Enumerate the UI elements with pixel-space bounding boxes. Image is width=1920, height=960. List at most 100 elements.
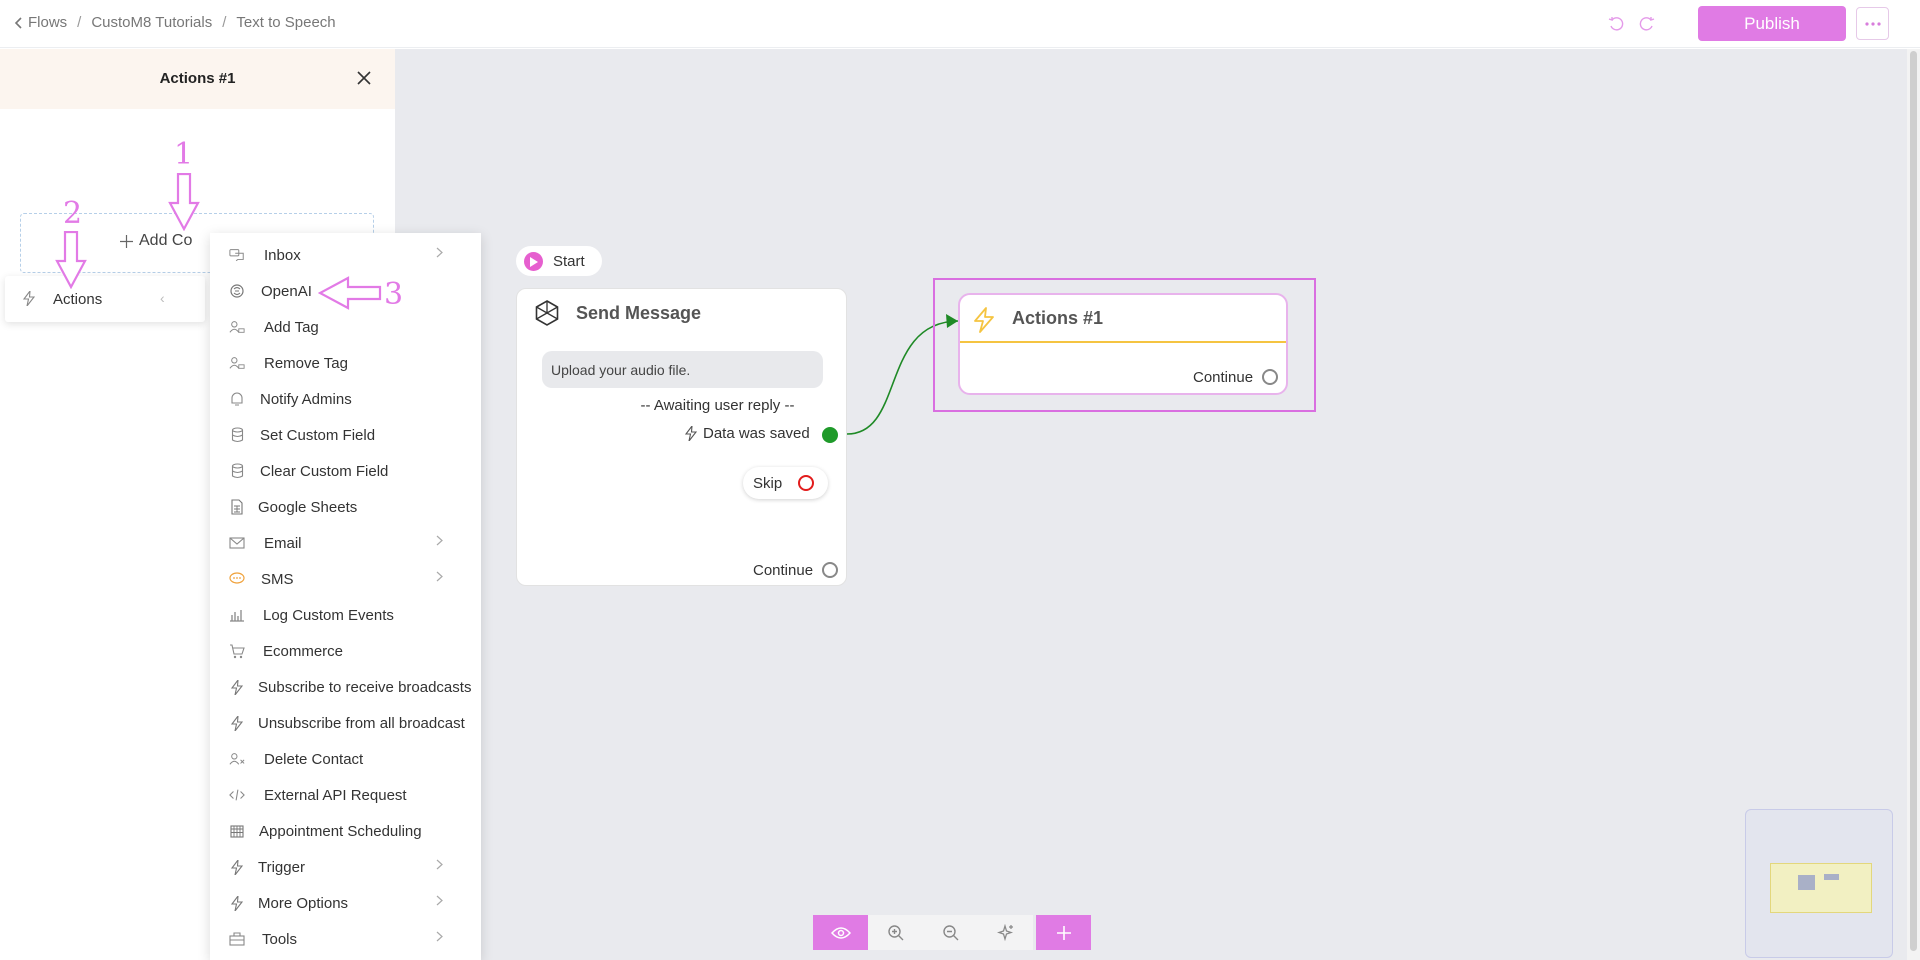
redo-icon <box>1639 17 1655 31</box>
menu-item-add-tag[interactable]: Add Tag <box>210 309 481 345</box>
menu-item-label: Ecommerce <box>263 643 344 660</box>
start-node[interactable]: Start <box>516 246 602 276</box>
bolt-icon <box>685 426 697 441</box>
calendar-icon <box>229 823 245 839</box>
menu-item-clear-custom-field[interactable]: Clear Custom Field <box>210 453 481 489</box>
breadcrumb-flows[interactable]: Flows <box>14 14 67 31</box>
redo-button[interactable] <box>1636 13 1658 35</box>
chevron-left-icon <box>14 16 22 29</box>
bolt-icon <box>229 859 245 875</box>
menu-item-google-sheets[interactable]: Google Sheets <box>210 489 481 525</box>
menu-item-sms[interactable]: SMS <box>210 561 481 597</box>
menu-item-notify-admins[interactable]: Notify Admins <box>210 381 481 417</box>
chevron-right-icon <box>436 246 443 261</box>
continue-port[interactable] <box>1262 369 1278 385</box>
breadcrumb-folder[interactable]: CustoM8 Tutorials <box>91 14 212 31</box>
menu-item-more-options[interactable]: More Options <box>210 885 481 921</box>
zoom-out-button[interactable] <box>923 915 978 950</box>
menu-item-label: Appointment Scheduling <box>259 823 422 840</box>
canvas-toolbar <box>813 915 1091 950</box>
menu-item-ecommerce[interactable]: Ecommerce <box>210 633 481 669</box>
chevron-right-icon <box>436 894 443 909</box>
code-icon <box>229 787 245 803</box>
menu-item-set-custom-field[interactable]: Set Custom Field <box>210 417 481 453</box>
menu-item-email[interactable]: Email <box>210 525 481 561</box>
zoom-in-button[interactable] <box>868 915 923 950</box>
chevron-right-icon <box>436 930 443 945</box>
database-icon <box>229 463 245 479</box>
minimap-node <box>1824 874 1839 880</box>
chevron-right-icon <box>436 570 443 585</box>
node-title: Actions #1 <box>1012 308 1104 328</box>
menu-item-label: Remove Tag <box>264 355 348 372</box>
skip-button[interactable]: Skip <box>743 467 828 499</box>
database-icon <box>229 427 245 443</box>
close-button[interactable] <box>352 66 376 90</box>
canvas-scrollbar[interactable] <box>1907 49 1920 960</box>
menu-item-tools[interactable]: Tools <box>210 921 481 957</box>
toolbox-icon <box>229 931 245 947</box>
user-tag-icon <box>229 319 245 335</box>
menu-item-label: OpenAI <box>261 283 312 300</box>
menu-item-label: Notify Admins <box>260 391 352 408</box>
menu-item-label: Email <box>264 535 302 552</box>
menu-item-delete-contact[interactable]: Delete Contact <box>210 741 481 777</box>
panel-header: Actions #1 <box>0 49 395 109</box>
send-message-node[interactable]: Send Message Upload your audio file. -- … <box>516 288 847 586</box>
minimap[interactable] <box>1745 809 1893 958</box>
scrollbar-thumb[interactable] <box>1910 51 1917 951</box>
zoom-out-icon <box>942 924 958 940</box>
chart-icon <box>229 607 245 623</box>
minimap-viewport[interactable] <box>1770 863 1872 913</box>
node-title: Send Message <box>576 303 702 323</box>
continue-port[interactable] <box>822 562 838 578</box>
actions-node[interactable]: Actions #1 Continue <box>958 293 1288 395</box>
more-options-button[interactable] <box>1856 7 1889 40</box>
menu-item-label: Google Sheets <box>258 499 358 516</box>
actions-category[interactable]: Actions ‹ <box>5 276 205 322</box>
menu-item-appointment-scheduling[interactable]: Appointment Scheduling <box>210 813 481 849</box>
menu-item-external-api-request[interactable]: External API Request <box>210 777 481 813</box>
bell-icon <box>229 391 245 407</box>
menu-item-label: Subscribe to receive broadcasts <box>258 679 472 696</box>
bolt-icon <box>974 307 994 333</box>
publish-button[interactable]: Publish <box>1698 6 1846 41</box>
play-icon <box>524 252 543 271</box>
zoom-in-icon <box>887 924 903 940</box>
undo-button[interactable] <box>1605 13 1627 35</box>
menu-item-unsubscribe-from-all-broadcast[interactable]: Unsubscribe from all broadcast <box>210 705 481 741</box>
menu-item-label: SMS <box>261 571 294 588</box>
breadcrumb-separator: / <box>222 14 227 31</box>
breadcrumb: Flows / CustoM8 Tutorials / Text to Spee… <box>14 14 336 31</box>
add-content-button[interactable]: Add Co <box>120 232 192 250</box>
data-saved-port[interactable] <box>822 427 838 443</box>
bolt-icon <box>23 291 35 306</box>
add-node-button[interactable] <box>1036 915 1091 950</box>
menu-item-label: Tools <box>262 931 298 948</box>
cart-icon <box>229 643 245 659</box>
menu-item-trigger[interactable]: Trigger <box>210 849 481 885</box>
node-header: Send Message <box>517 289 846 341</box>
mail-icon <box>229 535 245 551</box>
user-x-icon <box>229 751 245 767</box>
menu-item-log-custom-events[interactable]: Log Custom Events <box>210 597 481 633</box>
menu-item-subscribe-to-receive-broadcasts[interactable]: Subscribe to receive broadcasts <box>210 669 481 705</box>
message-bubble[interactable]: Upload your audio file. <box>542 351 823 388</box>
menu-item-label: Add Tag <box>264 319 319 336</box>
awaiting-reply-text: -- Awaiting user reply -- <box>640 397 795 414</box>
bolt-icon <box>229 715 245 731</box>
annotation-number-1: 1 <box>174 137 194 172</box>
skip-port[interactable] <box>798 475 814 491</box>
menu-item-inbox[interactable]: Inbox <box>210 237 481 273</box>
close-icon <box>357 71 371 85</box>
menu-item-label: Log Custom Events <box>263 607 394 624</box>
bolt-icon <box>229 895 245 911</box>
top-bar: Flows / CustoM8 Tutorials / Text to Spee… <box>0 0 1920 48</box>
menu-item-remove-tag[interactable]: Remove Tag <box>210 345 481 381</box>
data-saved-output: Data was saved <box>685 425 810 442</box>
auto-arrange-button[interactable] <box>978 915 1033 950</box>
node-header: Actions #1 <box>960 295 1286 343</box>
preview-button[interactable] <box>813 915 868 950</box>
eye-icon <box>830 926 851 939</box>
plus-icon <box>1056 925 1071 940</box>
